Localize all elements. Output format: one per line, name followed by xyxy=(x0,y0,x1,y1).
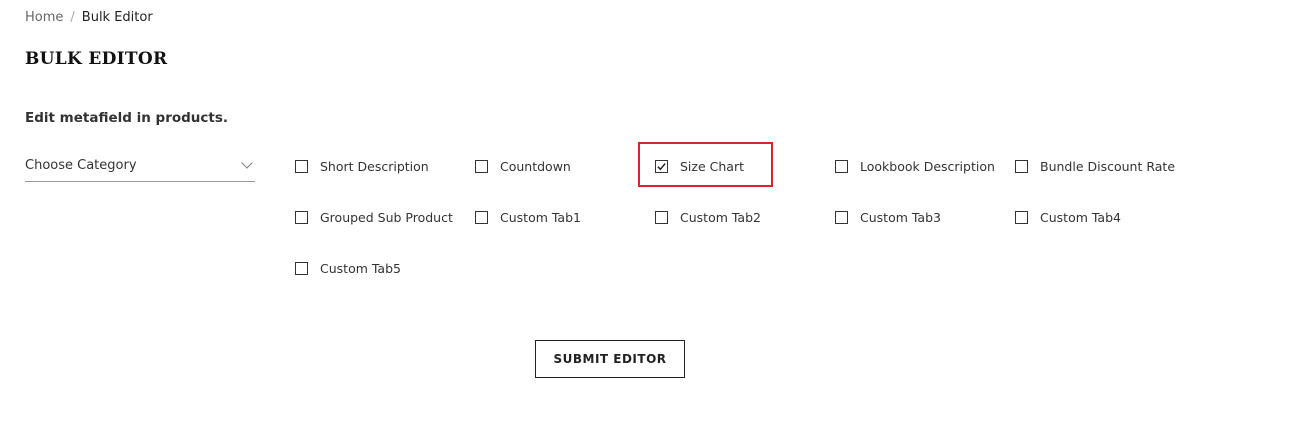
breadcrumb: Home / Bulk Editor xyxy=(25,10,153,25)
checkbox-box[interactable] xyxy=(655,159,668,173)
checkbox-grouped-sub-product[interactable]: Grouped Sub Product xyxy=(295,207,453,227)
checkbox-box[interactable] xyxy=(1015,210,1028,224)
checkbox-box[interactable] xyxy=(295,261,308,275)
checkbox-label: Short Description xyxy=(320,158,429,174)
checkbox-label: Custom Tab4 xyxy=(1040,209,1121,225)
checkbox-custom-tab1[interactable]: Custom Tab1 xyxy=(475,207,581,227)
checkbox-label: Bundle Discount Rate xyxy=(1040,158,1176,174)
checkbox-lookbook-description[interactable]: Lookbook Description xyxy=(835,156,995,176)
checkmark-icon xyxy=(657,162,666,170)
checkbox-label: Custom Tab3 xyxy=(860,209,941,225)
checkbox-countdown[interactable]: Countdown xyxy=(475,156,571,176)
checkbox-box[interactable] xyxy=(295,210,308,224)
page-title: BULK EDITOR xyxy=(25,49,168,69)
page-subtitle: Edit metafield in products. xyxy=(25,110,229,126)
breadcrumb-separator: / xyxy=(70,10,75,25)
checkbox-bundle-discount-rate[interactable]: Bundle Discount Rate xyxy=(1015,156,1175,176)
breadcrumb-home-link[interactable]: Home xyxy=(25,10,63,25)
chevron-down-icon xyxy=(241,157,253,169)
category-select[interactable]: Choose Category xyxy=(25,156,255,182)
checkbox-label: Custom Tab2 xyxy=(680,209,761,225)
checkbox-label: Custom Tab5 xyxy=(320,260,401,276)
breadcrumb-current: Bulk Editor xyxy=(81,10,153,25)
category-select-label: Choose Category xyxy=(25,158,137,173)
checkbox-label: Size Chart xyxy=(680,158,744,174)
checkbox-label: Custom Tab1 xyxy=(500,209,581,225)
checkbox-box[interactable] xyxy=(835,210,848,224)
checkbox-custom-tab5[interactable]: Custom Tab5 xyxy=(295,258,401,278)
checkbox-label: Grouped Sub Product xyxy=(320,209,453,225)
checkbox-custom-tab4[interactable]: Custom Tab4 xyxy=(1015,207,1121,227)
checkbox-box[interactable] xyxy=(655,210,668,224)
submit-editor-button[interactable]: SUBMIT EDITOR xyxy=(535,340,685,378)
checkbox-label: Countdown xyxy=(500,158,571,174)
checkbox-custom-tab2[interactable]: Custom Tab2 xyxy=(655,207,761,227)
checkbox-label: Lookbook Description xyxy=(860,158,995,174)
checkbox-box[interactable] xyxy=(835,159,848,173)
checkbox-box[interactable] xyxy=(295,159,308,173)
checkbox-custom-tab3[interactable]: Custom Tab3 xyxy=(835,207,941,227)
checkbox-size-chart[interactable]: Size Chart xyxy=(655,156,744,176)
checkbox-box[interactable] xyxy=(475,210,488,224)
checkbox-box[interactable] xyxy=(1015,159,1028,173)
checkbox-box[interactable] xyxy=(475,159,488,173)
checkbox-short-description[interactable]: Short Description xyxy=(295,156,429,176)
